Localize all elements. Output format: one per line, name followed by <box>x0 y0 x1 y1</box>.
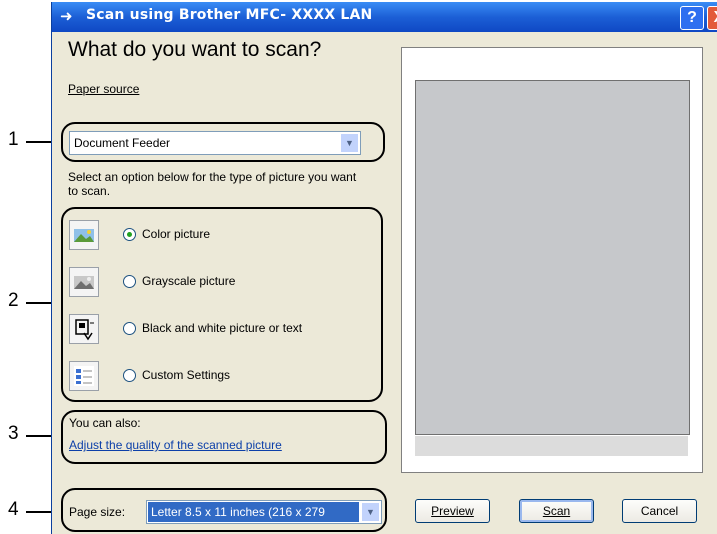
callout-1-outline <box>61 122 385 162</box>
callout-4-outline <box>61 488 387 532</box>
page-heading: What do you want to scan? <box>68 38 322 61</box>
preview-status-strip <box>415 436 688 456</box>
scanner-arrow-icon: ➜ <box>60 7 73 25</box>
callout-3-outline <box>61 410 387 464</box>
preview-pane <box>401 47 703 473</box>
paper-source-label: Paper source <box>68 82 140 96</box>
help-button[interactable]: ? <box>680 6 704 30</box>
cancel-button[interactable]: Cancel <box>622 499 697 523</box>
preview-button-label: Preview <box>431 504 474 518</box>
scan-button-label: Scan <box>542 504 571 518</box>
instruction-text: Select an option below for the type of p… <box>68 170 357 198</box>
callout-1: 1 <box>8 129 19 150</box>
close-button[interactable]: X <box>707 6 717 30</box>
callout-4: 4 <box>8 499 19 520</box>
scan-button[interactable]: Scan <box>519 499 594 523</box>
callout-2-outline <box>61 207 383 402</box>
preview-button[interactable]: Preview <box>415 499 490 523</box>
callout-2: 2 <box>8 290 19 311</box>
preview-area <box>415 80 690 435</box>
callout-3: 3 <box>8 423 19 444</box>
cancel-button-label: Cancel <box>640 504 679 518</box>
title-bar[interactable]: ➜ Scan using Brother MFC- XXXX LAN ? X <box>52 2 717 32</box>
window-title: Scan using Brother MFC- XXXX LAN <box>86 7 373 23</box>
